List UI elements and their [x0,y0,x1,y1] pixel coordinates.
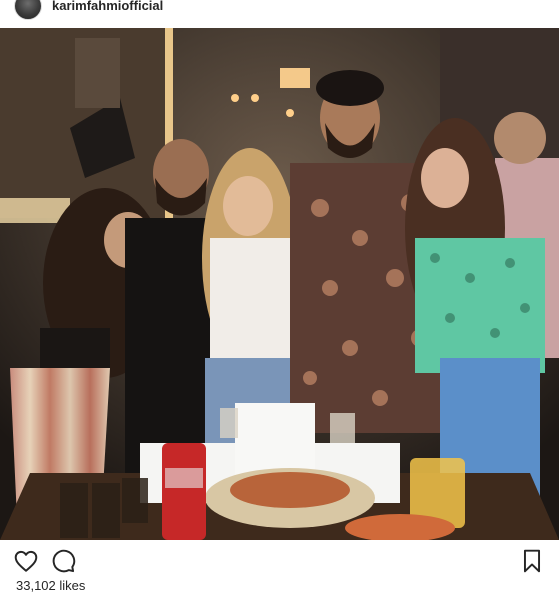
likes-count[interactable]: 33,102 likes [16,578,85,593]
profile-avatar[interactable] [14,0,42,20]
bookmark-outline-icon[interactable] [519,548,545,574]
post-photo-image [0,28,559,540]
heart-outline-icon[interactable] [13,548,39,574]
comment-bubble-icon[interactable] [50,548,76,574]
post-username[interactable]: karimfahmiofficial [52,0,163,13]
post-header: karimfahmiofficial [0,0,559,28]
post-actions [0,540,559,580]
post-photo[interactable] [0,28,559,540]
